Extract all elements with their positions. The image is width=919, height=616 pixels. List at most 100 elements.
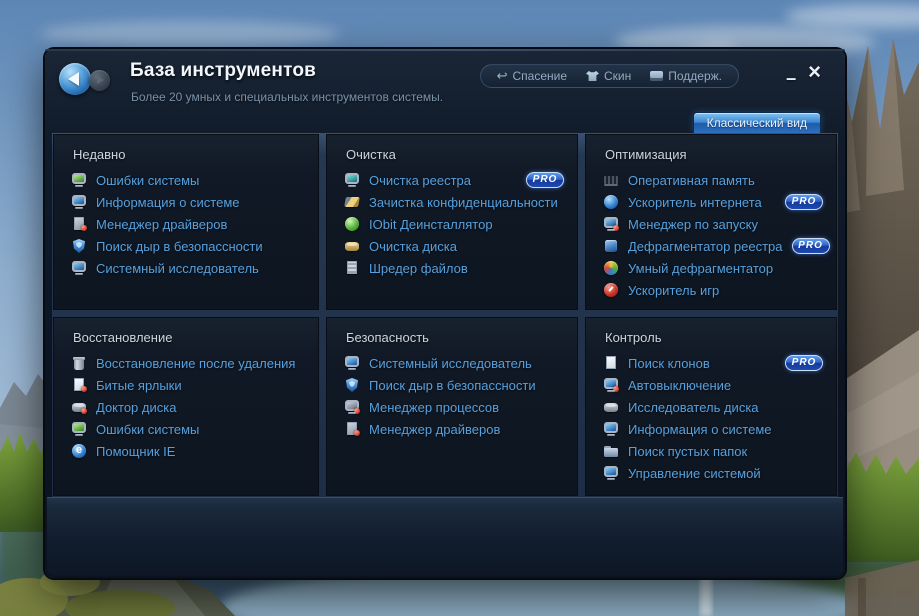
section-title: Очистка [346, 147, 396, 162]
undelete-trash-icon [71, 355, 87, 371]
minimize-button[interactable]: – [786, 69, 796, 87]
tool-label: Системный исследователь [369, 355, 532, 371]
tool-label: Менеджер процессов [369, 399, 499, 415]
tool-label: Поиск клонов [628, 355, 710, 371]
tool-item[interactable]: Ускоритель игр [585, 279, 837, 301]
tool-item[interactable]: Ошибки системы [53, 418, 319, 440]
tool-label: Информация о системе [96, 194, 240, 210]
game-speedometer-icon [603, 282, 619, 298]
toolbox-window: База инструментов Более 20 умных и специ… [45, 49, 845, 578]
section-cleanup: Очистка Очистка реестра PRO Зачистка конфид… [326, 134, 578, 310]
pro-badge: PRO [785, 194, 823, 210]
tool-item[interactable]: IObit Деинсталлятор [326, 213, 578, 235]
tool-item[interactable]: Зачистка конфиденциальности [326, 191, 578, 213]
clone-doc-icon [603, 355, 619, 371]
tool-item[interactable]: Поиск клонов PRO [585, 352, 837, 374]
tool-item[interactable]: Очистка диска [326, 235, 578, 257]
tool-item[interactable]: Помощник IE [53, 440, 319, 462]
monitor-green-icon [71, 421, 87, 437]
disk-doctor-icon [71, 399, 87, 415]
monitor-blue-icon [603, 421, 619, 437]
tool-item[interactable]: Системный исследователь [326, 352, 578, 374]
window-footer [47, 497, 843, 576]
tool-label: Управление системой [628, 465, 761, 481]
section-title: Безопасность [346, 330, 429, 345]
driver-card-icon [71, 216, 87, 232]
tool-item[interactable]: Умный дефрагментатор [585, 257, 837, 279]
section-optimization: Оптимизация Оперативная память Ускоритель … [585, 134, 837, 310]
tool-label: Оперативная память [628, 172, 755, 188]
shield-icon [71, 238, 87, 254]
tool-label: Поиск дыр в безопассности [369, 377, 536, 393]
monitor-blue-icon [344, 355, 360, 371]
tool-item[interactable]: Менеджер драйверов [326, 418, 578, 440]
tool-item[interactable]: Информация о системе [585, 418, 837, 440]
tool-item[interactable]: Менеджер по запуску [585, 213, 837, 235]
tool-label: Доктор диска [96, 399, 177, 415]
tool-label: Менеджер драйверов [96, 216, 228, 232]
window-controls: – × [786, 61, 821, 88]
tool-item[interactable]: Управление системой [585, 462, 837, 484]
tool-item[interactable]: Битые ярлыки [53, 374, 319, 396]
tool-label: Очистка реестра [369, 172, 472, 188]
tool-label: Поиск дыр в безопассности [96, 238, 263, 254]
tool-label: Системный исследователь [96, 260, 259, 276]
tool-label: Дефрагментатор реестра [628, 238, 783, 254]
section-recent: Недавно Ошибки системы Информация о систем… [53, 134, 319, 310]
monitor-blue-icon [603, 465, 619, 481]
tool-label: Очистка диска [369, 238, 457, 254]
tool-item[interactable]: Оперативная память [585, 169, 837, 191]
monitor-green-icon [71, 172, 87, 188]
skin-link[interactable]: Скин [586, 69, 631, 83]
tool-item[interactable]: Поиск дыр в безопассности [53, 235, 319, 257]
ie-globe-icon [71, 443, 87, 459]
support-link-label: Поддерж. [668, 69, 722, 83]
broken-shortcut-icon [71, 377, 87, 393]
tool-item[interactable]: Очистка реестра PRO [326, 169, 578, 191]
tool-item[interactable]: Поиск дыр в безопассности [326, 374, 578, 396]
forward-button[interactable] [89, 70, 110, 91]
rescue-arrow-icon: ↩ [496, 68, 508, 83]
tool-label: Битые ярлыки [96, 377, 182, 393]
back-button[interactable] [59, 63, 91, 95]
tool-item[interactable]: Шредер файлов [326, 257, 578, 279]
driver-card-icon [344, 421, 360, 437]
tool-item[interactable]: Дефрагментатор реестра PRO [585, 235, 837, 257]
disk-gray-icon [603, 399, 619, 415]
page-title: База инструментов [130, 60, 317, 81]
tool-item[interactable]: Ускоритель интернета PRO [585, 191, 837, 213]
tool-item[interactable]: Исследователь диска [585, 396, 837, 418]
section-security: Безопасность Системный исследователь Поиск… [326, 317, 578, 496]
rescue-link[interactable]: ↩ Спасение [497, 69, 567, 83]
registry-brush-icon [344, 172, 360, 188]
tool-item[interactable]: Менеджер драйверов [53, 213, 319, 235]
section-title: Оптимизация [605, 147, 687, 162]
support-icon [650, 71, 664, 81]
tool-item[interactable]: Восстановление после удаления [53, 352, 319, 374]
classic-view-tab[interactable]: Классический вид [692, 112, 821, 133]
shutdown-monitor-icon [603, 377, 619, 393]
tool-item[interactable]: Информация о системе [53, 191, 319, 213]
process-monitor-icon [344, 399, 360, 415]
tool-label: Помощник IE [96, 443, 176, 459]
uninstaller-recycle-icon [344, 216, 360, 232]
defrag-swirl-icon [603, 260, 619, 276]
close-button[interactable]: × [808, 61, 821, 83]
tool-item[interactable]: Системный исследователь [53, 257, 319, 279]
tool-item[interactable]: Автовыключение [585, 374, 837, 396]
privacy-broom-icon [344, 194, 360, 210]
shield-icon [344, 377, 360, 393]
tool-label: Менеджер по запуску [628, 216, 758, 232]
tool-item[interactable]: Поиск пустых папок [585, 440, 837, 462]
tool-item[interactable]: Менеджер процессов [326, 396, 578, 418]
memory-icon [603, 172, 619, 188]
tool-item[interactable]: Ошибки системы [53, 169, 319, 191]
disk-yellow-icon [344, 238, 360, 254]
file-shredder-icon [344, 260, 360, 276]
section-control: Контроль Поиск клонов PRO Автовыключение Исс… [585, 317, 837, 496]
page-subtitle: Более 20 умных и специальных инструменто… [131, 90, 444, 104]
tool-item[interactable]: Доктор диска [53, 396, 319, 418]
rescue-link-label: Спасение [512, 69, 567, 83]
tool-label: Поиск пустых папок [628, 443, 748, 459]
support-link[interactable]: Поддерж. [650, 69, 722, 83]
